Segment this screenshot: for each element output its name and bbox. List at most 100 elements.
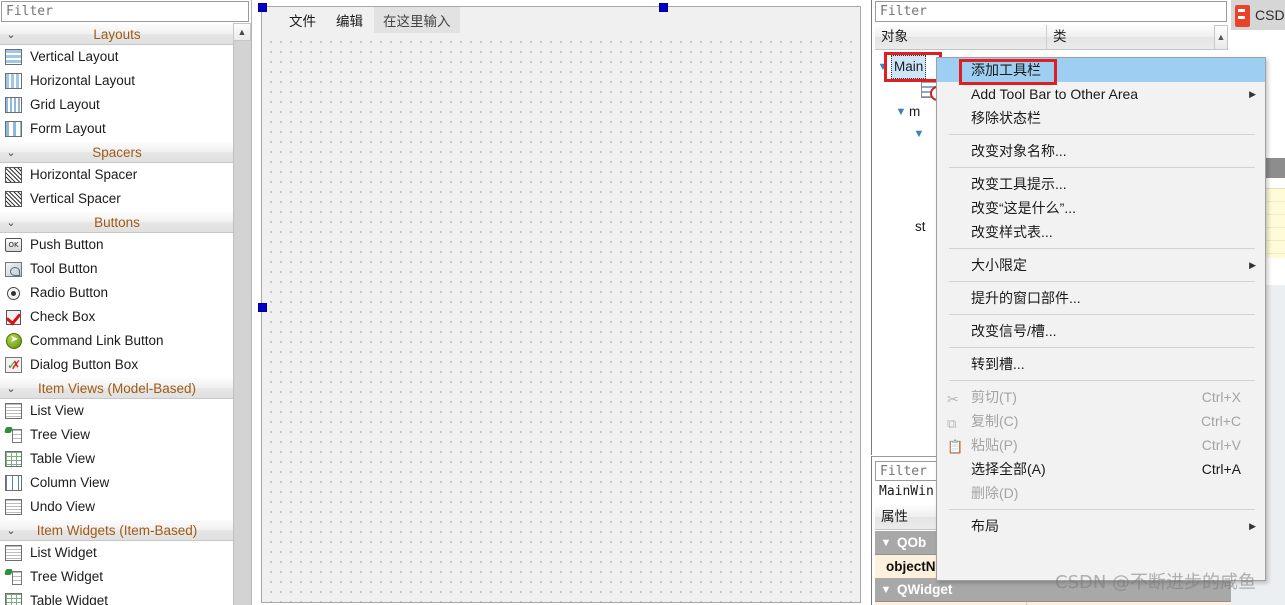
menu-item: 复制(C) Ctrl+C — [937, 409, 1265, 436]
widget-box-item[interactable]: Form Layout — [0, 117, 234, 141]
form-canvas-area[interactable]: 文件 编辑 在这里输入 — [253, 0, 870, 605]
tree-view-icon — [4, 426, 24, 444]
property-group-qwidget[interactable]: ▼ QWidget — [875, 578, 1285, 602]
form-menu-item-1[interactable]: 编辑 — [327, 7, 372, 33]
menu-item[interactable]: 提升的窗口部件... — [937, 286, 1265, 310]
menu-item[interactable]: 改变“这是什么”... — [937, 196, 1265, 220]
widget-category-header[interactable]: ⌄ Spacers — [0, 141, 234, 163]
widget-box-item[interactable]: Tool Button — [0, 257, 234, 281]
selection-handle-left[interactable] — [258, 303, 267, 312]
chevron-up-icon[interactable]: ▲ — [1214, 25, 1228, 50]
widget-box-item-label: Horizontal Spacer — [30, 167, 138, 182]
tree-row-statusbar[interactable]: st — [915, 216, 926, 238]
chevron-down-icon[interactable]: ⌄ — [4, 24, 18, 46]
widget-box-item[interactable]: Horizontal Spacer — [0, 163, 234, 187]
form-menu-item-0[interactable]: 文件 — [280, 7, 325, 33]
widget-box-item[interactable]: Check Box — [0, 305, 234, 329]
widget-box-item[interactable]: Radio Button — [0, 281, 234, 305]
widget-box-item[interactable]: Horizontal Layout — [0, 69, 234, 93]
widget-category-label: Spacers — [92, 145, 142, 160]
main-window-form[interactable]: 文件 编辑 在这里输入 — [261, 6, 861, 603]
menu-item[interactable]: 改变样式表... — [937, 220, 1265, 244]
property-group-label: QOb — [897, 534, 927, 550]
tool-button-icon — [4, 260, 24, 278]
widget-box-item[interactable]: Column View — [0, 471, 234, 495]
widget-category-header[interactable]: ⌄ Layouts — [0, 23, 234, 45]
chevron-down-icon[interactable]: ▼ — [911, 123, 927, 145]
browser-tabbar[interactable]: CSDN — [1231, 0, 1285, 30]
widget-box-item[interactable]: Tree View — [0, 423, 234, 447]
widget-box-item[interactable]: List Widget — [0, 541, 234, 565]
context-menu[interactable]: 添加工具栏 Add Tool Bar to Other Area ▶ 移除状态栏 改变对… — [936, 57, 1266, 581]
chevron-down-icon[interactable]: ▼ — [875, 531, 897, 555]
menu-item[interactable]: 选择全部(A) Ctrl+A — [937, 457, 1265, 481]
dialog-button-box-icon — [4, 353, 24, 377]
object-inspector-filter-input[interactable] — [875, 1, 1227, 22]
menu-item-label: 提升的窗口部件... — [971, 290, 1081, 306]
chevron-down-icon[interactable]: ⌄ — [4, 378, 18, 400]
widget-box-item[interactable]: Undo View — [0, 495, 234, 519]
tree-row-m[interactable]: ▼ m — [893, 101, 921, 123]
chevron-down-icon[interactable]: ⌄ — [4, 142, 18, 164]
menu-item[interactable]: 移除状态栏 — [937, 106, 1265, 130]
widget-category-header[interactable]: ⌄ Item Widgets (Item-Based) — [0, 519, 234, 541]
widget-box-item[interactable]: Table Widget — [0, 589, 234, 605]
column-header-class[interactable]: 类 — [1047, 25, 1215, 49]
widget-box-item[interactable]: List View — [0, 399, 234, 423]
menu-item[interactable]: 转到槽... — [937, 352, 1265, 376]
widget-box-item-label: Form Layout — [30, 121, 106, 136]
submenu-arrow-icon[interactable]: ▶ — [1249, 253, 1256, 277]
menu-item[interactable]: 改变信号/槽... — [937, 319, 1265, 343]
submenu-arrow-icon[interactable]: ▶ — [1249, 82, 1256, 106]
widget-box-item[interactable]: Vertical Spacer — [0, 187, 234, 211]
qt-designer-window: CSDN nnew g?x- _50 (16) ⌄LayoutsVertical… — [0, 0, 1285, 605]
widget-box-filter-input[interactable] — [1, 1, 249, 22]
form-menubar[interactable]: 文件 编辑 在这里输入 — [262, 6, 860, 33]
annotation-highlight-object — [884, 52, 942, 82]
widget-box-item-label: Vertical Spacer — [30, 191, 121, 206]
tree-row-nested[interactable]: ▼ — [911, 123, 927, 145]
tree-item-label[interactable]: m — [909, 101, 920, 123]
radio-button-icon — [4, 284, 24, 302]
selection-handle-top-left[interactable] — [258, 3, 267, 12]
menu-item[interactable]: 大小限定 ▶ — [937, 253, 1265, 277]
menu-separator — [949, 380, 1255, 381]
chevron-down-icon[interactable]: ▼ — [875, 578, 897, 602]
column-header-object[interactable]: 对象 — [875, 25, 1047, 49]
widget-box-item-label: Table Widget — [30, 593, 109, 605]
widget-category-label: Layouts — [93, 27, 141, 42]
widget-box-item[interactable]: OK Push Button — [0, 233, 234, 257]
check-box-icon — [4, 308, 24, 326]
widget-category-header[interactable]: ⌄ Buttons — [0, 211, 234, 233]
form-menu-item-2[interactable]: 在这里输入 — [374, 6, 460, 33]
copy-icon — [947, 412, 963, 436]
chevron-up-icon[interactable]: ▲ — [233, 23, 251, 41]
menu-item[interactable]: Add Tool Bar to Other Area ▶ — [937, 82, 1265, 106]
widget-box-scrollbar[interactable] — [233, 23, 251, 605]
widget-box-scroll-area[interactable]: ⌄ Layouts Vertical Layout Horizontal Layout… — [0, 23, 252, 605]
vertical-spacer-icon — [4, 190, 24, 208]
menu-item: 删除(D) — [937, 481, 1265, 505]
paste-icon — [947, 435, 963, 459]
widget-box-item[interactable]: Command Link Button — [0, 329, 234, 353]
widget-box-item[interactable]: Dialog Button Box — [0, 353, 234, 377]
submenu-arrow-icon[interactable]: ▶ — [1249, 514, 1256, 538]
widget-category-label: Item Views (Model-Based) — [37, 381, 197, 396]
widget-box-item[interactable]: Grid Layout — [0, 93, 234, 117]
menu-item[interactable]: 改变对象名称... — [937, 139, 1265, 163]
widget-box-item[interactable]: Tree Widget — [0, 565, 234, 589]
tree-item-label[interactable]: st — [915, 216, 926, 238]
menu-item[interactable]: 改变工具提示... — [937, 172, 1265, 196]
widget-box-item[interactable]: Vertical Layout — [0, 45, 234, 69]
chevron-down-icon[interactable]: ⌄ — [4, 212, 18, 234]
widget-box-item[interactable]: Table View — [0, 447, 234, 471]
chevron-down-icon[interactable]: ▼ — [893, 101, 909, 123]
menu-item-label: 转到槽... — [971, 356, 1025, 372]
widget-category-header[interactable]: ⌄ Item Views (Model-Based) — [0, 377, 234, 399]
form-central-widget[interactable] — [262, 33, 860, 602]
chevron-down-icon[interactable]: ⌄ — [4, 520, 18, 542]
list-view-icon — [4, 402, 24, 420]
selection-handle-top-right[interactable] — [659, 3, 668, 12]
menu-separator — [949, 509, 1255, 510]
menu-item[interactable]: 布局 ▶ — [937, 514, 1265, 538]
